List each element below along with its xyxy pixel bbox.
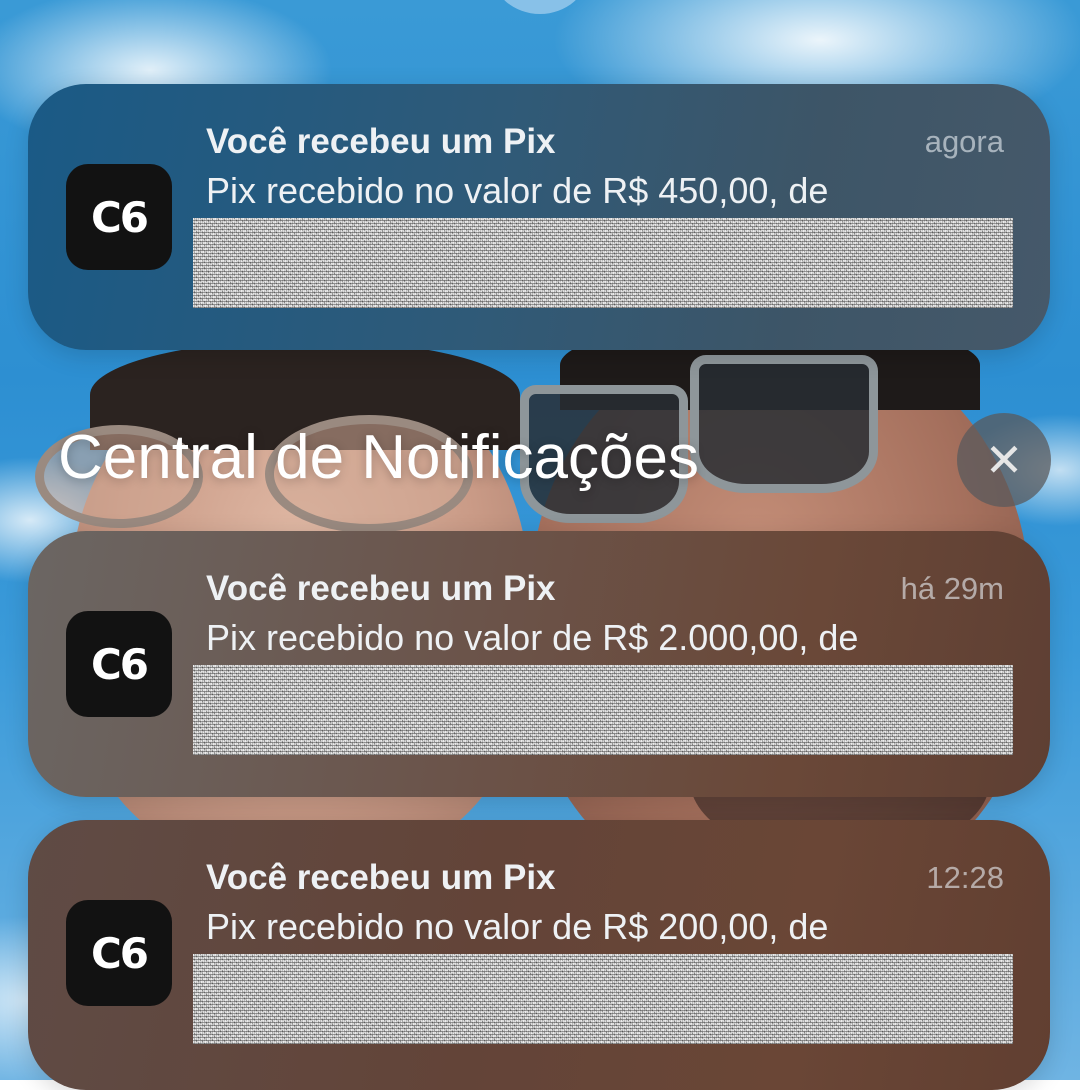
- c6-bank-app-icon: C6: [66, 611, 172, 717]
- app-icon-label: C6: [90, 192, 149, 242]
- clear-notifications-button[interactable]: ✕: [957, 413, 1051, 507]
- c6-bank-app-icon: C6: [66, 164, 172, 270]
- notification-center-title: Central de Notificações: [58, 423, 699, 492]
- notification-card[interactable]: C6 Você recebeu um Pix 12:28 Pix recebid…: [28, 820, 1050, 1090]
- lens-dark-right: [690, 355, 878, 493]
- redacted-content: [193, 218, 1013, 308]
- notification-card[interactable]: C6 Você recebeu um Pix agora Pix recebid…: [28, 84, 1050, 350]
- close-icon: ✕: [984, 433, 1024, 487]
- redacted-content: [193, 665, 1013, 755]
- notification-card[interactable]: C6 Você recebeu um Pix há 29m Pix recebi…: [28, 531, 1050, 797]
- top-indicator: [492, 0, 588, 14]
- notification-time: há 29m: [900, 571, 1004, 606]
- notification-body: Pix recebido no valor de R$ 200,00, de: [206, 906, 829, 947]
- app-icon-label: C6: [90, 928, 149, 978]
- notification-body: Pix recebido no valor de R$ 2.000,00, de: [206, 617, 859, 658]
- notification-body: Pix recebido no valor de R$ 450,00, de: [206, 170, 829, 211]
- redacted-content: [193, 954, 1013, 1044]
- notification-time: 12:28: [926, 860, 1004, 895]
- c6-bank-app-icon: C6: [66, 900, 172, 1006]
- notification-title: Você recebeu um Pix: [206, 858, 556, 897]
- notification-time: agora: [924, 124, 1004, 159]
- notification-title: Você recebeu um Pix: [206, 122, 556, 161]
- app-icon-label: C6: [90, 639, 149, 689]
- notification-title: Você recebeu um Pix: [206, 569, 556, 608]
